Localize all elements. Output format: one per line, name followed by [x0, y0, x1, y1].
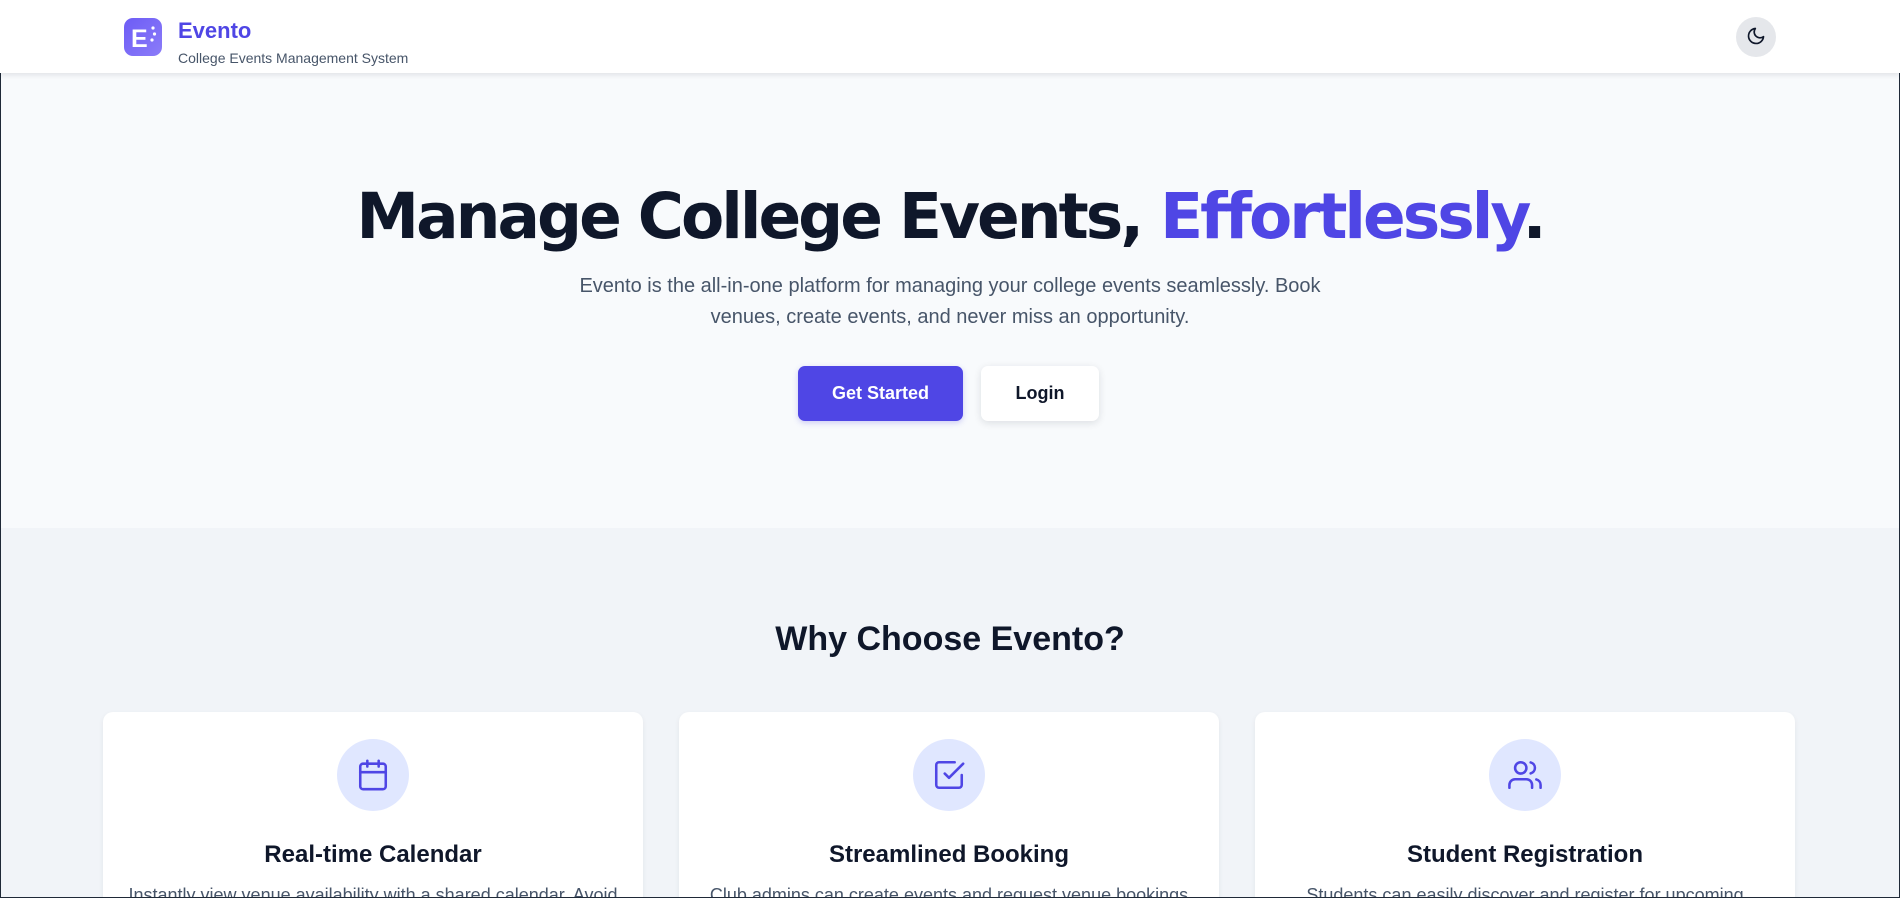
hero-title-end: .	[1522, 180, 1547, 253]
top-navbar: E Evento College Events Management Syste…	[0, 0, 1900, 73]
feature-card-description: Instantly view venue availability with a…	[128, 885, 618, 898]
feature-card-description: Club admins can create events and reques…	[709, 885, 1189, 898]
feature-card-registration: Student Registration Students can easily…	[1255, 712, 1795, 898]
brand-tagline: College Events Management System	[178, 50, 409, 66]
features-heading: Why Choose Evento?	[775, 620, 1125, 658]
brand-text: Evento College Events Management System	[178, 18, 408, 66]
features-section: Why Choose Evento? Real-time Calendar In…	[0, 528, 1900, 898]
evento-logo: E	[124, 18, 162, 56]
hero-section: Manage College Events, Effortlessly. Eve…	[0, 73, 1900, 528]
moon-icon	[1746, 26, 1766, 49]
login-button[interactable]: Login	[981, 366, 1099, 421]
get-started-button[interactable]: Get Started	[798, 366, 963, 421]
feature-card-title: Student Registration	[1406, 841, 1643, 868]
theme-toggle-button[interactable]	[1736, 17, 1776, 57]
hero-title-main: Manage College Events,	[356, 180, 1161, 253]
feature-card-description: Students can easily discover and registe…	[1306, 885, 1744, 898]
feature-card-calendar: Real-time Calendar Instantly view venue …	[103, 712, 643, 898]
hero-description: Evento is the all-in-one platform for ma…	[579, 275, 1321, 328]
calendar-icon	[337, 739, 409, 811]
feature-card-title: Real-time Calendar	[264, 841, 482, 868]
brand[interactable]: E Evento College Events Management Syste…	[124, 18, 408, 66]
hero-title: Manage College Events, Effortlessly.	[0, 177, 1900, 257]
brand-name: Evento	[178, 18, 252, 43]
users-icon	[1489, 739, 1561, 811]
feature-card-title: Streamlined Booking	[828, 841, 1070, 868]
feature-card-booking: Streamlined Booking Club admins can crea…	[679, 712, 1219, 898]
hero-title-accent: Effortlessly	[1160, 180, 1526, 253]
check-square-icon	[913, 739, 985, 811]
svg-text:E: E	[131, 25, 148, 53]
